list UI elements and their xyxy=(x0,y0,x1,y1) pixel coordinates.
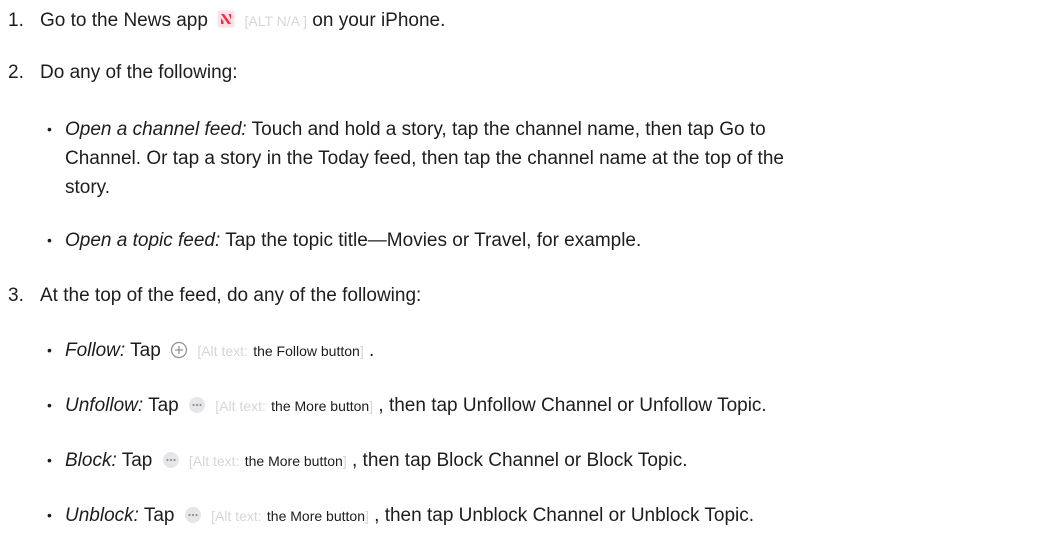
alt-close: ] xyxy=(369,398,374,414)
alt-text: the More button xyxy=(271,398,370,414)
tap-text: Tap xyxy=(130,340,161,361)
bullet-dot: • xyxy=(47,232,52,248)
bullet-dot: • xyxy=(47,452,52,468)
item-label: Unblock: xyxy=(65,505,139,526)
tap-text: Tap xyxy=(143,505,175,526)
item-label: Block: xyxy=(65,450,117,471)
item-label: Open a topic feed: xyxy=(65,230,221,251)
step-2: 2. Do any of the following: xyxy=(0,58,1064,87)
more-icon xyxy=(188,394,206,413)
list-item-open-topic: • Open a topic feed: Tap the topic title… xyxy=(40,226,1064,255)
alt-prefix: [Alt text: xyxy=(215,398,266,414)
item-text: Tap the topic title—Movies or Travel, fo… xyxy=(225,230,642,251)
follow-plus-icon xyxy=(170,339,188,359)
step-number: 3. xyxy=(8,285,24,306)
step-text: Do any of the following: xyxy=(40,62,238,83)
alt-text: the Follow button xyxy=(253,343,360,359)
bullet-dot: • xyxy=(47,121,52,137)
item-text: . xyxy=(368,340,375,361)
alt-text: the More button xyxy=(244,453,343,469)
list-item-open-channel: • Open a channel feed: Touch and hold a … xyxy=(40,115,1064,202)
item-text: , then tap Block Channel or Block Topic. xyxy=(351,450,688,471)
item-text: Channel. Or tap a story in the Today fee… xyxy=(65,148,784,169)
item-text: Touch and hold a story, tap the channel … xyxy=(251,119,766,140)
bullet-dot: • xyxy=(47,397,52,413)
alt-text: the More button xyxy=(266,508,365,524)
list-item-unfollow: • Unfollow: Tap [Alt text: the More butt… xyxy=(40,391,1064,421)
alt-text: [ALT N/A ] xyxy=(244,13,308,29)
alt-close: ] xyxy=(342,453,347,469)
item-label: Follow: xyxy=(65,340,126,361)
news-app-icon xyxy=(217,8,235,28)
step-text: Go to the News app xyxy=(40,10,208,31)
bullet-dot: • xyxy=(47,342,52,358)
item-text: , then tap Unfollow Channel or Unfollow … xyxy=(378,395,767,416)
item-label: Open a channel feed: xyxy=(65,119,247,140)
list-item-follow: • Follow: Tap [Alt text: the Follow butt… xyxy=(40,336,1064,366)
alt-prefix: [Alt text: xyxy=(211,508,262,524)
item-label: Unfollow: xyxy=(65,395,144,416)
step-number: 2. xyxy=(8,62,24,83)
list-item-unblock: • Unblock: Tap [Alt text: the More butto… xyxy=(40,501,1064,531)
alt-prefix: [Alt text: xyxy=(188,453,240,469)
alt-prefix: [Alt text: xyxy=(197,343,248,359)
step-3: 3. At the top of the feed, do any of the… xyxy=(0,281,1064,310)
list-item-block: • Block: Tap [Alt text: the More button]… xyxy=(40,446,1064,476)
tap-text: Tap xyxy=(148,395,179,416)
more-icon xyxy=(162,449,180,468)
item-text: , then tap Unblock Channel or Unblock To… xyxy=(374,505,755,526)
alt-close: ] xyxy=(364,508,369,524)
instructions: 1. Go to the News app [ALT N/A ] on your… xyxy=(0,0,1064,554)
alt-close: ] xyxy=(359,343,364,359)
step-text: At the top of the feed, do any of the fo… xyxy=(40,285,422,306)
more-icon xyxy=(184,504,202,523)
bullet-dot: • xyxy=(47,507,52,523)
step-1: 1. Go to the News app [ALT N/A ] on your… xyxy=(0,6,1064,36)
item-text: story. xyxy=(65,177,111,198)
bullet-text: Open a channel feed: Touch and hold a st… xyxy=(65,115,1064,202)
step-number: 1. xyxy=(8,10,24,31)
step-text-after: on your iPhone. xyxy=(312,10,446,31)
tap-text: Tap xyxy=(121,450,153,471)
